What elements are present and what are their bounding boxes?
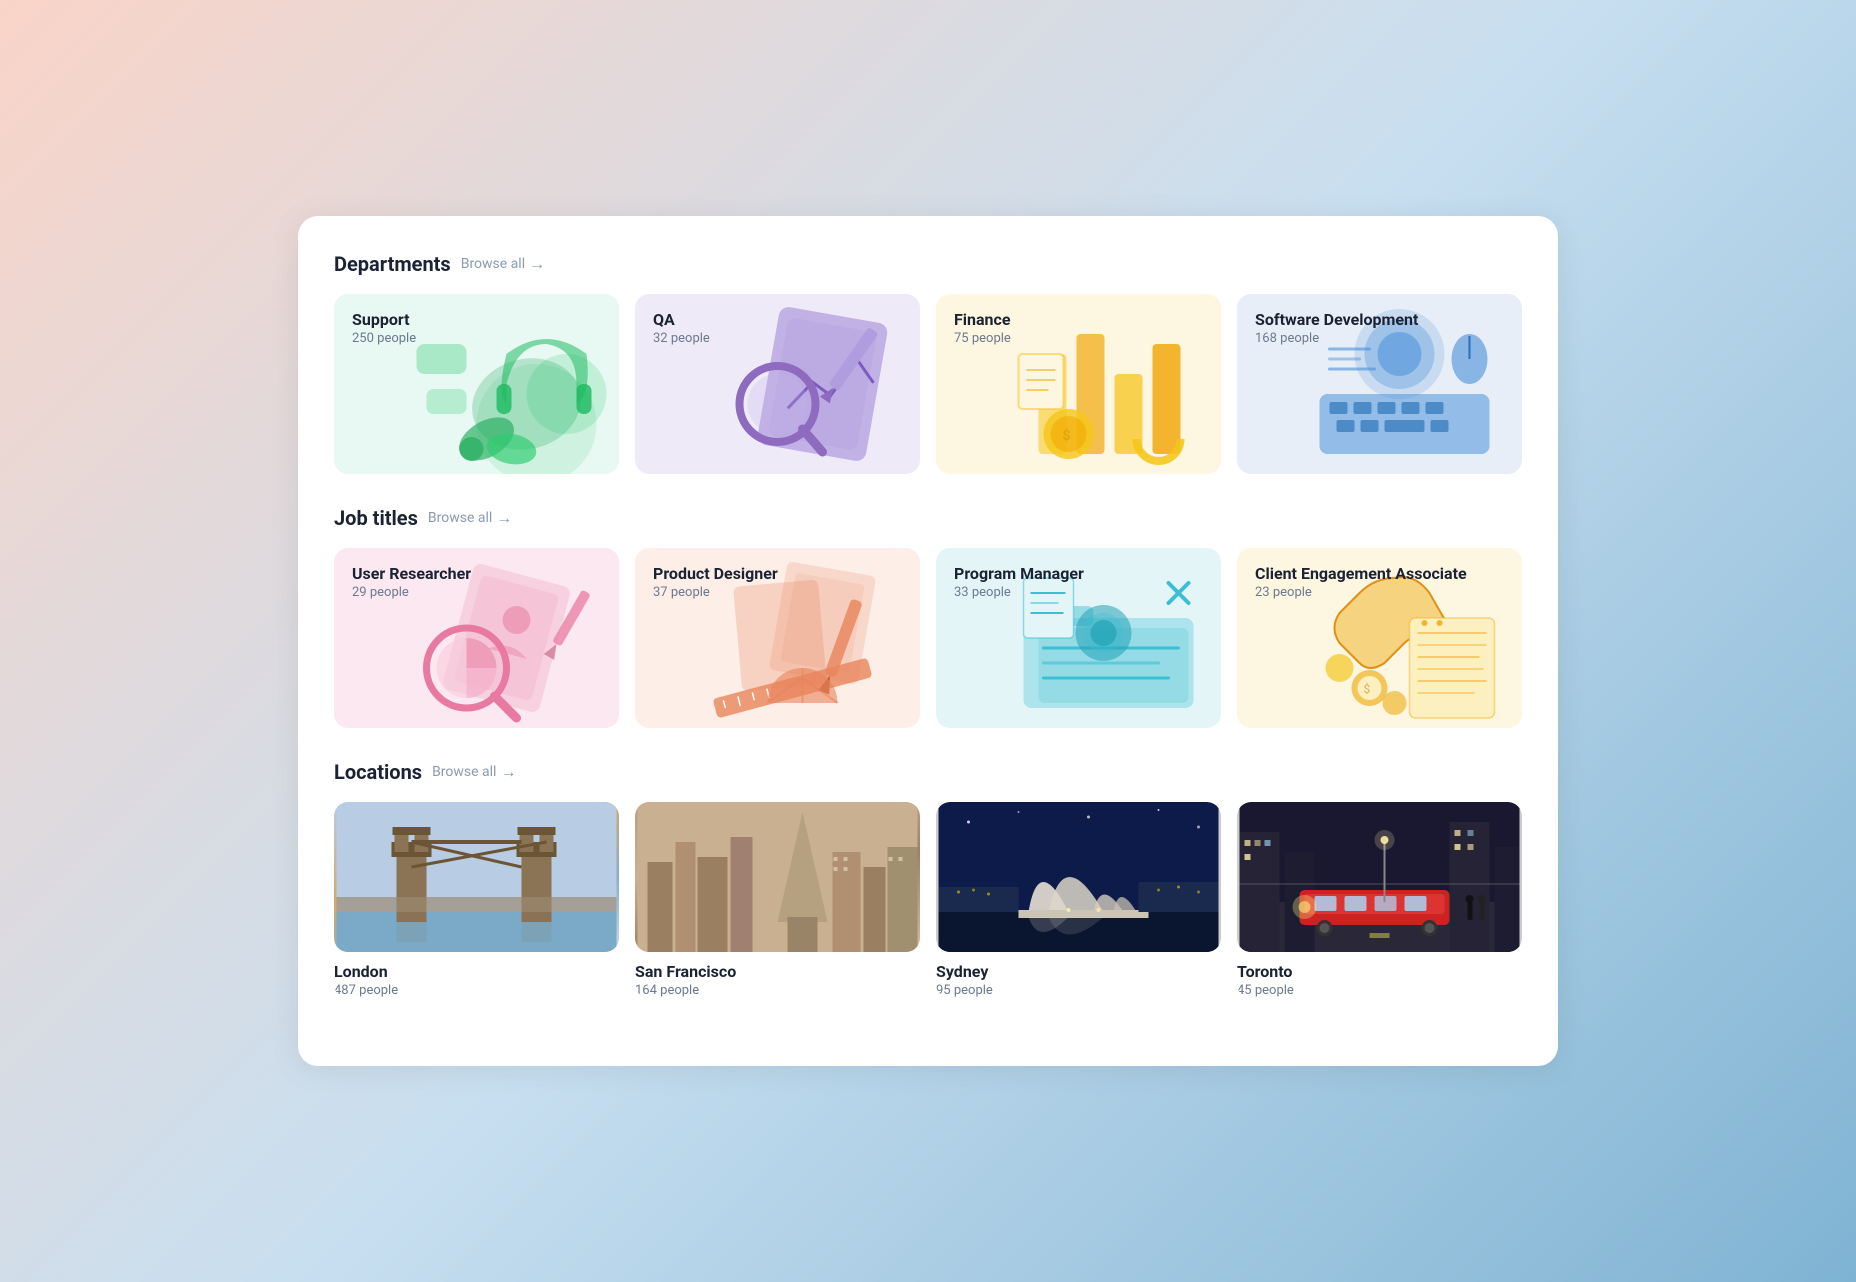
dept-count-software-dev: 168 people [1255, 331, 1418, 346]
job-titles-title: Job titles [334, 506, 418, 530]
location-img-london [334, 802, 619, 952]
dept-name-software-dev: Software Development [1255, 310, 1418, 329]
dept-name-qa: QA [653, 310, 710, 329]
location-img-sydney [936, 802, 1221, 952]
locations-header: Locations Browse all → [334, 760, 1522, 784]
location-count-toronto: 45 people [1237, 983, 1522, 998]
locations-grid: London 487 people [334, 802, 1522, 998]
locations-title: Locations [334, 760, 422, 784]
location-label-toronto: Toronto 45 people [1237, 952, 1522, 998]
job-name-client-engagement: Client Engagement Associate [1255, 564, 1467, 583]
location-count-london: 487 people [334, 983, 619, 998]
locations-browse-all[interactable]: Browse all → [432, 762, 516, 782]
location-label-sydney: Sydney 95 people [936, 952, 1221, 998]
location-label-san-francisco: San Francisco 164 people [635, 952, 920, 998]
main-card: Departments Browse all → Support 250 peo… [298, 216, 1558, 1066]
job-titles-grid: User Researcher 29 people [334, 548, 1522, 728]
job-count-product-designer: 37 people [653, 585, 778, 600]
job-name-program-manager: Program Manager [954, 564, 1084, 583]
job-name-product-designer: Product Designer [653, 564, 778, 583]
job-count-user-researcher: 29 people [352, 585, 471, 600]
dept-count-qa: 32 people [653, 331, 710, 346]
location-card-sydney[interactable]: Sydney 95 people [936, 802, 1221, 998]
job-card-program-manager[interactable]: Program Manager 33 people [936, 548, 1221, 728]
dept-card-qa[interactable]: QA 32 people [635, 294, 920, 474]
job-count-program-manager: 33 people [954, 585, 1084, 600]
job-titles-header: Job titles Browse all → [334, 506, 1522, 530]
location-img-san-francisco [635, 802, 920, 952]
location-count-sydney: 95 people [936, 983, 1221, 998]
location-img-toronto [1237, 802, 1522, 952]
job-titles-browse-all[interactable]: Browse all → [428, 508, 512, 528]
locations-section: Locations Browse all → [334, 760, 1522, 998]
dept-card-software-dev[interactable]: Software Development 168 people [1237, 294, 1522, 474]
dept-name-support: Support [352, 310, 416, 329]
departments-title: Departments [334, 252, 451, 276]
job-card-client-engagement[interactable]: Client Engagement Associate 23 people [1237, 548, 1522, 728]
svg-text:$: $ [1364, 682, 1371, 696]
departments-browse-arrow: → [529, 254, 545, 274]
job-count-client-engagement: 23 people [1255, 585, 1467, 600]
dept-card-finance[interactable]: Finance 75 people $ [936, 294, 1221, 474]
location-card-san-francisco[interactable]: San Francisco 164 people [635, 802, 920, 998]
location-card-toronto[interactable]: Toronto 45 people [1237, 802, 1522, 998]
departments-header: Departments Browse all → [334, 252, 1522, 276]
locations-browse-arrow: → [500, 762, 516, 782]
dept-count-finance: 75 people [954, 331, 1011, 346]
job-titles-section: Job titles Browse all → User Researcher … [334, 506, 1522, 728]
job-titles-browse-arrow: → [496, 508, 512, 528]
location-name-san-francisco: San Francisco [635, 962, 920, 981]
location-label-london: London 487 people [334, 952, 619, 998]
dept-name-finance: Finance [954, 310, 1011, 329]
departments-browse-all[interactable]: Browse all → [461, 254, 545, 274]
dept-card-support[interactable]: Support 250 people [334, 294, 619, 474]
location-name-sydney: Sydney [936, 962, 1221, 981]
svg-text:$: $ [1063, 427, 1071, 444]
job-name-user-researcher: User Researcher [352, 564, 471, 583]
departments-grid: Support 250 people [334, 294, 1522, 474]
location-count-san-francisco: 164 people [635, 983, 920, 998]
job-card-product-designer[interactable]: Product Designer 37 people [635, 548, 920, 728]
dept-count-support: 250 people [352, 331, 416, 346]
departments-section: Departments Browse all → Support 250 peo… [334, 252, 1522, 474]
location-name-london: London [334, 962, 619, 981]
job-card-user-researcher[interactable]: User Researcher 29 people [334, 548, 619, 728]
location-name-toronto: Toronto [1237, 962, 1522, 981]
location-card-london[interactable]: London 487 people [334, 802, 619, 998]
